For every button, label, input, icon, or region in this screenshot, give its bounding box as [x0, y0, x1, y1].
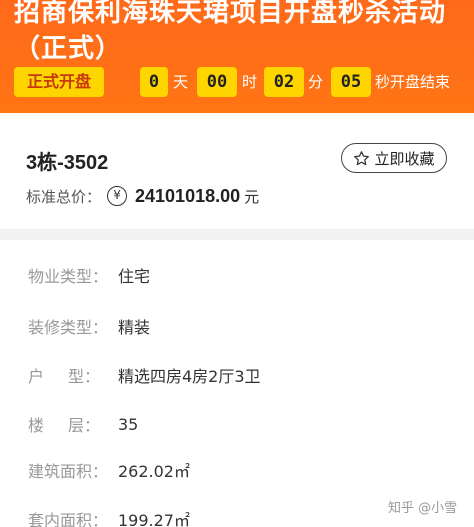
- attr-building-area: 建筑面积： 262.02㎡: [28, 457, 190, 483]
- countdown-days: 0: [140, 67, 168, 97]
- attr-layout: 户 型： 精选四房4房2厅3卫: [28, 362, 261, 388]
- price-unit: 元: [244, 187, 260, 206]
- attr-decoration-type: 装修类型： 精装: [28, 313, 150, 339]
- attr-label-part: 型：: [67, 367, 100, 386]
- countdown-minutes: 02: [264, 67, 304, 97]
- sale-status-badge: 正式开盘: [14, 67, 104, 97]
- attr-label: 装修类型：: [28, 318, 109, 337]
- property-attributes: 物业类型： 住宅 装修类型： 精装 户 型： 精选四房4房2厅3卫 楼 层： 3…: [0, 240, 474, 527]
- unit-name: 3栋-3502: [26, 152, 109, 174]
- countdown-seconds: 05: [331, 67, 371, 97]
- unit-summary-card: 3栋-3502 立即收藏 标准总价： ¥ 24101018.00 元: [0, 113, 474, 229]
- attr-value: 住宅: [118, 267, 151, 286]
- attr-value: 35: [118, 414, 139, 434]
- countdown-seconds-unit: 秒开盘结束: [375, 73, 451, 91]
- attr-floor: 楼 层： 35: [28, 411, 138, 437]
- attr-value: 精装: [118, 318, 151, 337]
- attr-value: 精选四房4房2厅3卫: [118, 367, 261, 386]
- attr-label: 建筑面积：: [28, 462, 109, 481]
- watermark: 知乎 @小雪: [388, 501, 458, 516]
- attr-label-part: 层：: [67, 416, 100, 435]
- yen-circle-icon: ¥: [107, 186, 128, 206]
- countdown-hours: 00: [197, 67, 237, 97]
- attr-label: 楼 层：: [28, 412, 100, 436]
- attr-property-type: 物业类型： 住宅: [28, 262, 150, 288]
- section-divider: [0, 229, 474, 240]
- attr-label-part: 楼: [28, 416, 45, 435]
- countdown-days-unit: 天: [173, 73, 189, 91]
- attr-value: 199.27㎡: [118, 511, 190, 527]
- countdown-row: 正式开盘 0 天 00 时 02 分 05 秒开盘结束: [14, 67, 464, 97]
- star-outline-icon: [354, 150, 370, 165]
- attr-label-part: 户: [28, 367, 45, 386]
- countdown-minutes-unit: 分: [308, 73, 324, 91]
- price-value: 24101018.00: [135, 185, 241, 206]
- attr-label: 户 型：: [28, 363, 100, 387]
- price-label: 标准总价：: [26, 187, 102, 206]
- favorite-button-label: 立即收藏: [374, 149, 435, 168]
- activity-title: 招商保利海珠天珺项目开盘秒杀活动（正式）: [14, 0, 447, 64]
- attr-interior-area: 套内面积： 199.27㎡: [28, 506, 190, 527]
- attr-value: 262.02㎡: [118, 462, 190, 481]
- activity-banner: 招商保利海珠天珺项目开盘秒杀活动（正式） 正式开盘 0 天 00 时 02 分 …: [0, 0, 474, 113]
- countdown-hours-unit: 时: [242, 73, 258, 91]
- price-row: 标准总价： ¥ 24101018.00 元: [26, 183, 259, 209]
- attr-label: 套内面积：: [28, 511, 109, 527]
- attr-label: 物业类型：: [28, 267, 109, 286]
- favorite-button[interactable]: 立即收藏: [341, 143, 447, 173]
